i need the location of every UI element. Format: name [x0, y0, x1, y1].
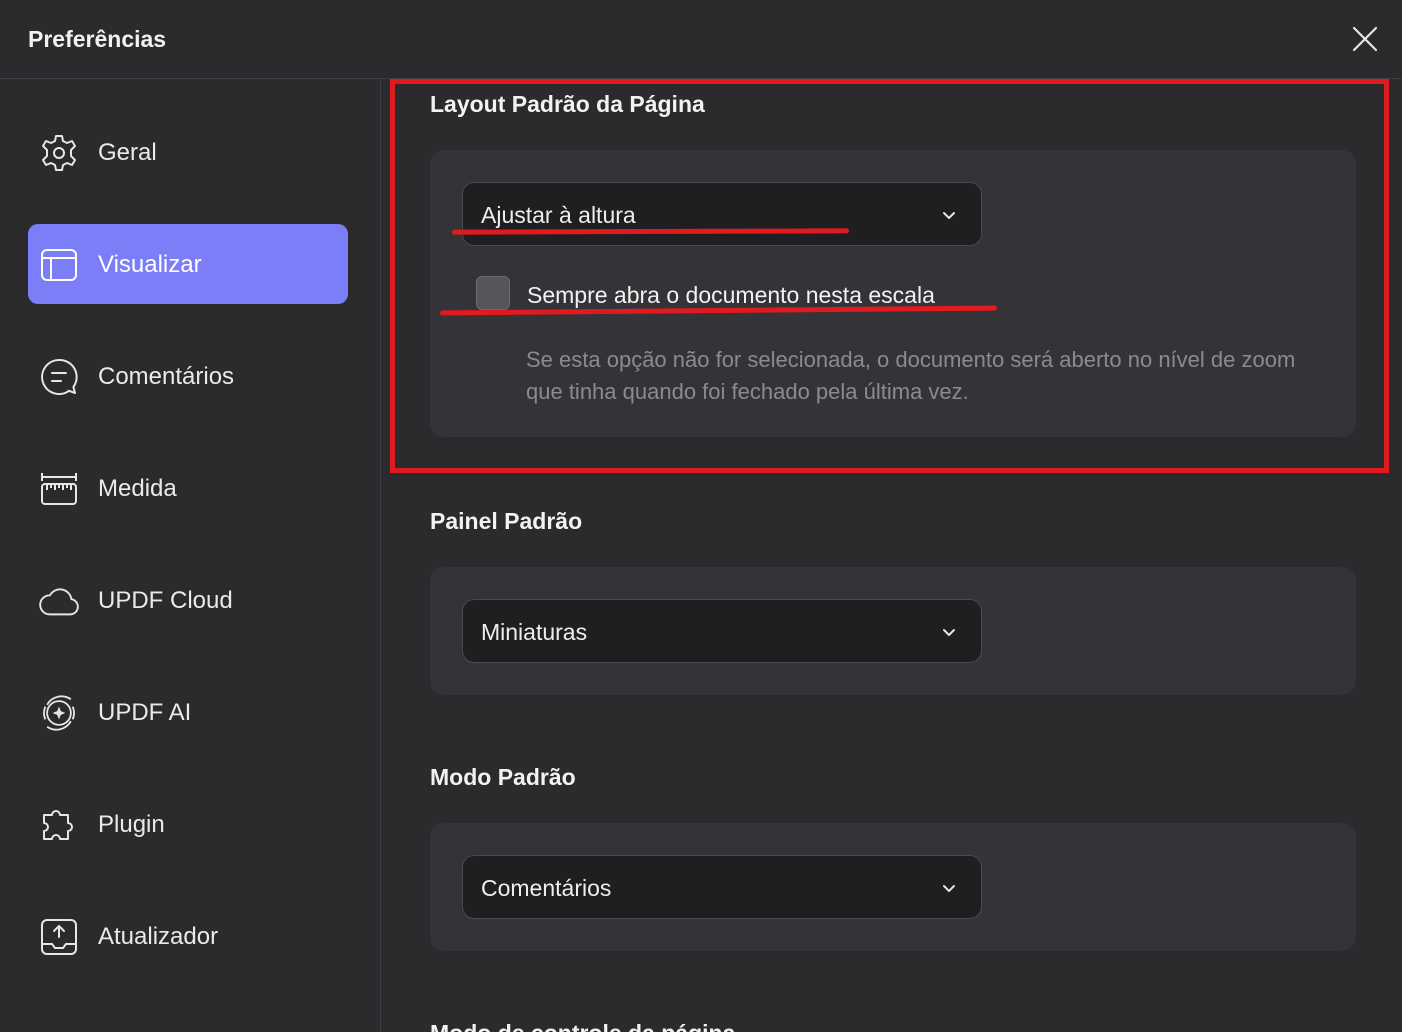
- ruler-icon: [38, 468, 80, 510]
- cloud-icon: [38, 580, 80, 622]
- main-content: Layout Padrão da Página Ajustar à altura…: [382, 80, 1402, 1032]
- default-panel-select-value: Miniaturas: [481, 619, 588, 645]
- gear-icon: [38, 132, 80, 174]
- sidebar-item-label: Visualizar: [98, 251, 202, 278]
- update-icon: [38, 916, 80, 958]
- title-bar: Preferências: [0, 0, 1402, 79]
- page-control-section-title: Modo de controle da página: [430, 1020, 735, 1032]
- sidebar-item-visualizar[interactable]: Visualizar: [28, 224, 348, 304]
- sidebar-item-plugin[interactable]: Plugin: [28, 784, 348, 864]
- sidebar-item-atualizador[interactable]: Atualizador: [28, 896, 348, 976]
- sidebar-item-updf-ai[interactable]: UPDF AI: [28, 672, 348, 752]
- page-layout-select[interactable]: Ajustar à altura: [462, 182, 982, 246]
- default-mode-select-value: Comentários: [481, 875, 612, 901]
- chevron-down-icon: [943, 629, 955, 636]
- ai-sparkle-icon: [38, 692, 80, 734]
- always-open-scale-checkbox[interactable]: [476, 276, 510, 310]
- panel-card: Miniaturas: [430, 567, 1356, 695]
- sidebar-item-label: UPDF AI: [98, 699, 192, 726]
- default-mode-select[interactable]: Comentários: [462, 855, 982, 919]
- chevron-down-icon: [943, 212, 955, 219]
- sidebar-item-comentarios[interactable]: Comentários: [28, 336, 348, 416]
- sidebar-item-label: Plugin: [98, 811, 165, 838]
- comment-icon: [38, 356, 80, 398]
- sidebar-item-label: Atualizador: [98, 923, 219, 950]
- chevron-down-icon: [943, 885, 955, 892]
- sidebar-item-label: Medida: [98, 475, 177, 502]
- mode-card: Comentários: [430, 823, 1356, 951]
- panel-section-title: Painel Padrão: [430, 508, 583, 534]
- default-panel-select[interactable]: Miniaturas: [462, 599, 982, 663]
- page-layout-select-value: Ajustar à altura: [481, 202, 636, 228]
- helper-text: Se esta opção não for selecionada, o doc…: [526, 347, 1296, 404]
- always-open-scale-label[interactable]: Sempre abra o documento nesta escala: [527, 282, 935, 309]
- close-icon: [1352, 26, 1378, 52]
- mode-section-title: Modo Padrão: [430, 764, 576, 790]
- sidebar-item-geral[interactable]: Geral: [28, 112, 348, 192]
- sidebar-item-label: UPDF Cloud: [98, 587, 233, 614]
- close-button[interactable]: [1348, 22, 1382, 56]
- layout-section-title: Layout Padrão da Página: [430, 91, 705, 117]
- layout-card: Ajustar à altura Sempre abra o documento…: [430, 150, 1356, 437]
- sidebar-item-label: Comentários: [98, 363, 235, 390]
- sidebar-item-updf-cloud[interactable]: UPDF Cloud: [28, 560, 348, 640]
- puzzle-icon: [38, 804, 80, 846]
- sidebar-item-label: Geral: [98, 139, 157, 166]
- sidebar-item-medida[interactable]: Medida: [28, 448, 348, 528]
- layout-icon: [38, 244, 80, 286]
- sidebar: Geral Visualizar Comentários Medida UPDF…: [0, 80, 381, 1032]
- window-title: Preferências: [28, 26, 167, 52]
- preferences-window: Preferências Geral Visualizar Comentário…: [0, 0, 1402, 1032]
